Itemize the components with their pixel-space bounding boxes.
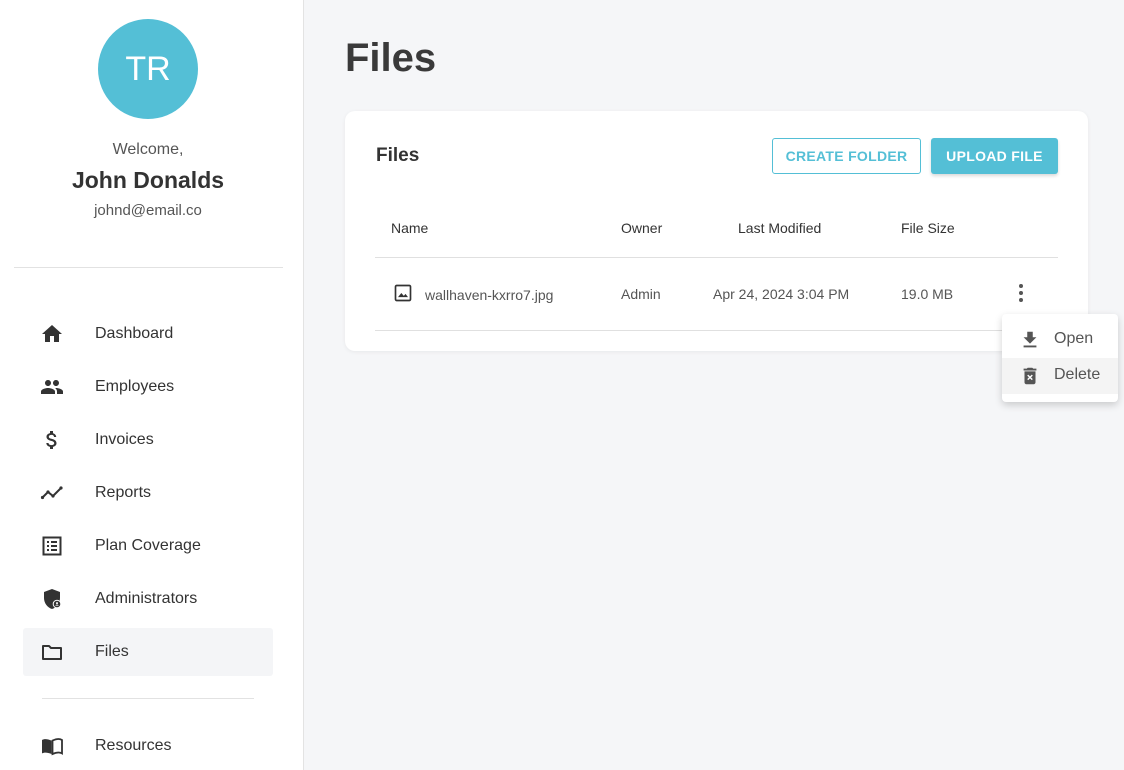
- people-icon: [41, 380, 63, 394]
- sidebar-item-label: Employees: [95, 378, 175, 395]
- sidebar-item-label: Reports: [95, 484, 152, 501]
- sidebar-item-files[interactable]: Files: [23, 628, 273, 676]
- create-folder-button[interactable]: CREATE FOLDER: [772, 138, 921, 174]
- image-icon: [394, 284, 412, 302]
- sidebar-item-label: Invoices: [95, 431, 154, 448]
- dollar-icon: [46, 431, 57, 449]
- menu-item-label: Delete: [1054, 366, 1101, 383]
- sidebar-item-resources[interactable]: Resources: [23, 722, 273, 770]
- sidebar-item-label: Plan Coverage: [95, 537, 201, 554]
- user-email: johnd@email.co: [94, 202, 202, 219]
- sidebar-item-label: Administrators: [95, 590, 198, 607]
- card-title: Files: [376, 145, 420, 166]
- trash-icon: [1023, 367, 1037, 385]
- menu-item-label: Open: [1054, 330, 1094, 347]
- menu-item-open[interactable]: Open: [1002, 322, 1118, 358]
- sidebar-item-reports[interactable]: Reports: [23, 469, 273, 517]
- column-header-name[interactable]: Name: [391, 220, 428, 236]
- column-header-last-modified[interactable]: Last Modified: [738, 220, 821, 236]
- list-icon: [42, 536, 62, 556]
- sidebar-divider: [14, 267, 283, 268]
- sidebar-item-label: Resources: [95, 737, 172, 754]
- more-options-icon[interactable]: [1011, 281, 1031, 305]
- welcome-text: Welcome,: [112, 141, 184, 158]
- row-divider: [375, 330, 1058, 331]
- admin-shield-icon: [44, 589, 62, 609]
- sidebar-item-administrators[interactable]: Administrators: [23, 575, 273, 623]
- column-header-file-size[interactable]: File Size: [901, 220, 955, 236]
- header-divider: [375, 257, 1058, 258]
- sidebar-item-label: Dashboard: [95, 325, 174, 342]
- menu-item-delete[interactable]: Delete: [1002, 358, 1118, 394]
- sidebar-item-label: Files: [95, 643, 129, 660]
- column-header-owner[interactable]: Owner: [621, 220, 662, 236]
- trend-icon: [40, 486, 63, 500]
- home-icon: [42, 325, 62, 342]
- page-title: Files: [345, 36, 437, 80]
- sidebar-item-plan-coverage[interactable]: Plan Coverage: [23, 522, 273, 570]
- user-name: John Donalds: [71, 167, 225, 193]
- avatar-initials: TR: [125, 49, 171, 88]
- download-icon: [1023, 331, 1037, 348]
- sidebar-item-invoices[interactable]: Invoices: [23, 416, 273, 464]
- sidebar-divider: [42, 698, 254, 699]
- file-name[interactable]: wallhaven-kxrro7.jpg: [425, 287, 553, 303]
- file-last-modified: Apr 24, 2024 3:04 PM: [713, 286, 850, 302]
- files-card: Files CREATE FOLDER UPLOAD FILE Name Own…: [345, 111, 1088, 351]
- sidebar: TR Welcome, John Donalds johnd@email.co …: [0, 0, 304, 770]
- folder-icon: [42, 645, 62, 660]
- file-owner: Admin: [621, 286, 661, 302]
- file-size: 19.0 MB: [901, 286, 954, 302]
- sidebar-item-dashboard[interactable]: Dashboard: [23, 310, 273, 358]
- sidebar-item-employees[interactable]: Employees: [23, 363, 273, 411]
- upload-file-button[interactable]: UPLOAD FILE: [931, 138, 1058, 174]
- file-context-menu: Open Delete: [1002, 314, 1118, 402]
- book-icon: [42, 738, 63, 756]
- avatar[interactable]: TR: [98, 19, 198, 119]
